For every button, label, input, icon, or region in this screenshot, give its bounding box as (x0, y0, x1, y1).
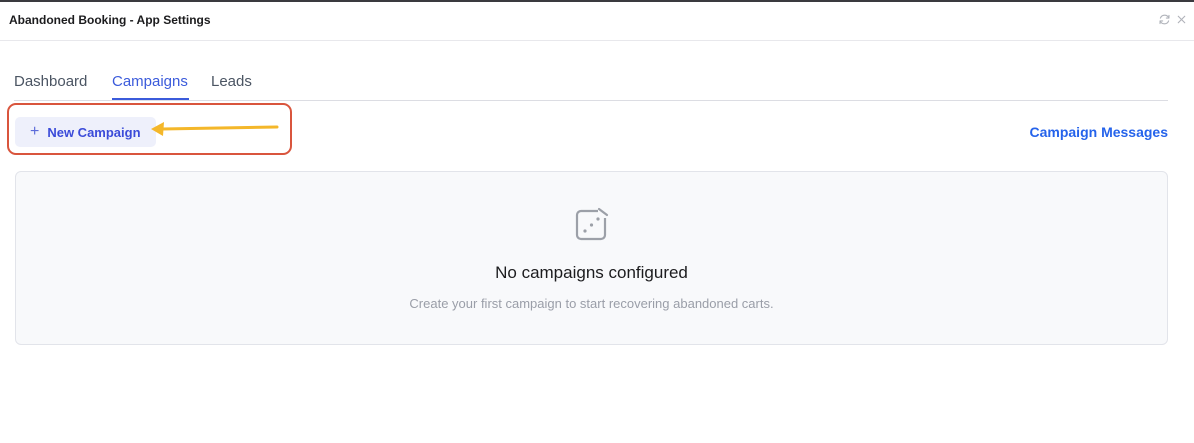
empty-state-card: No campaigns configured Create your firs… (15, 171, 1168, 345)
active-tab-indicator (112, 98, 189, 100)
empty-state-subtitle: Create your first campaign to start reco… (409, 296, 774, 311)
plus-icon: + (30, 123, 40, 140)
new-campaign-label: New Campaign (47, 124, 141, 140)
empty-state-title: No campaigns configured (495, 263, 688, 282)
refresh-icon[interactable] (1158, 13, 1171, 26)
window-titlebar: Abandoned Booking - App Settings (0, 2, 1194, 41)
dice-icon (575, 207, 609, 241)
campaign-messages-link[interactable]: Campaign Messages (1030, 124, 1169, 140)
tab-dashboard[interactable]: Dashboard (14, 73, 87, 90)
new-campaign-button[interactable]: + New Campaign (15, 117, 156, 147)
tab-leads[interactable]: Leads (211, 73, 252, 90)
annotation-arrow-icon (151, 122, 279, 136)
window-controls (1158, 13, 1188, 26)
close-icon[interactable] (1175, 13, 1188, 26)
window-title: Abandoned Booking - App Settings (9, 13, 211, 27)
tab-bar: Dashboard Campaigns Leads (14, 60, 1168, 101)
tab-campaigns[interactable]: Campaigns (112, 73, 188, 90)
